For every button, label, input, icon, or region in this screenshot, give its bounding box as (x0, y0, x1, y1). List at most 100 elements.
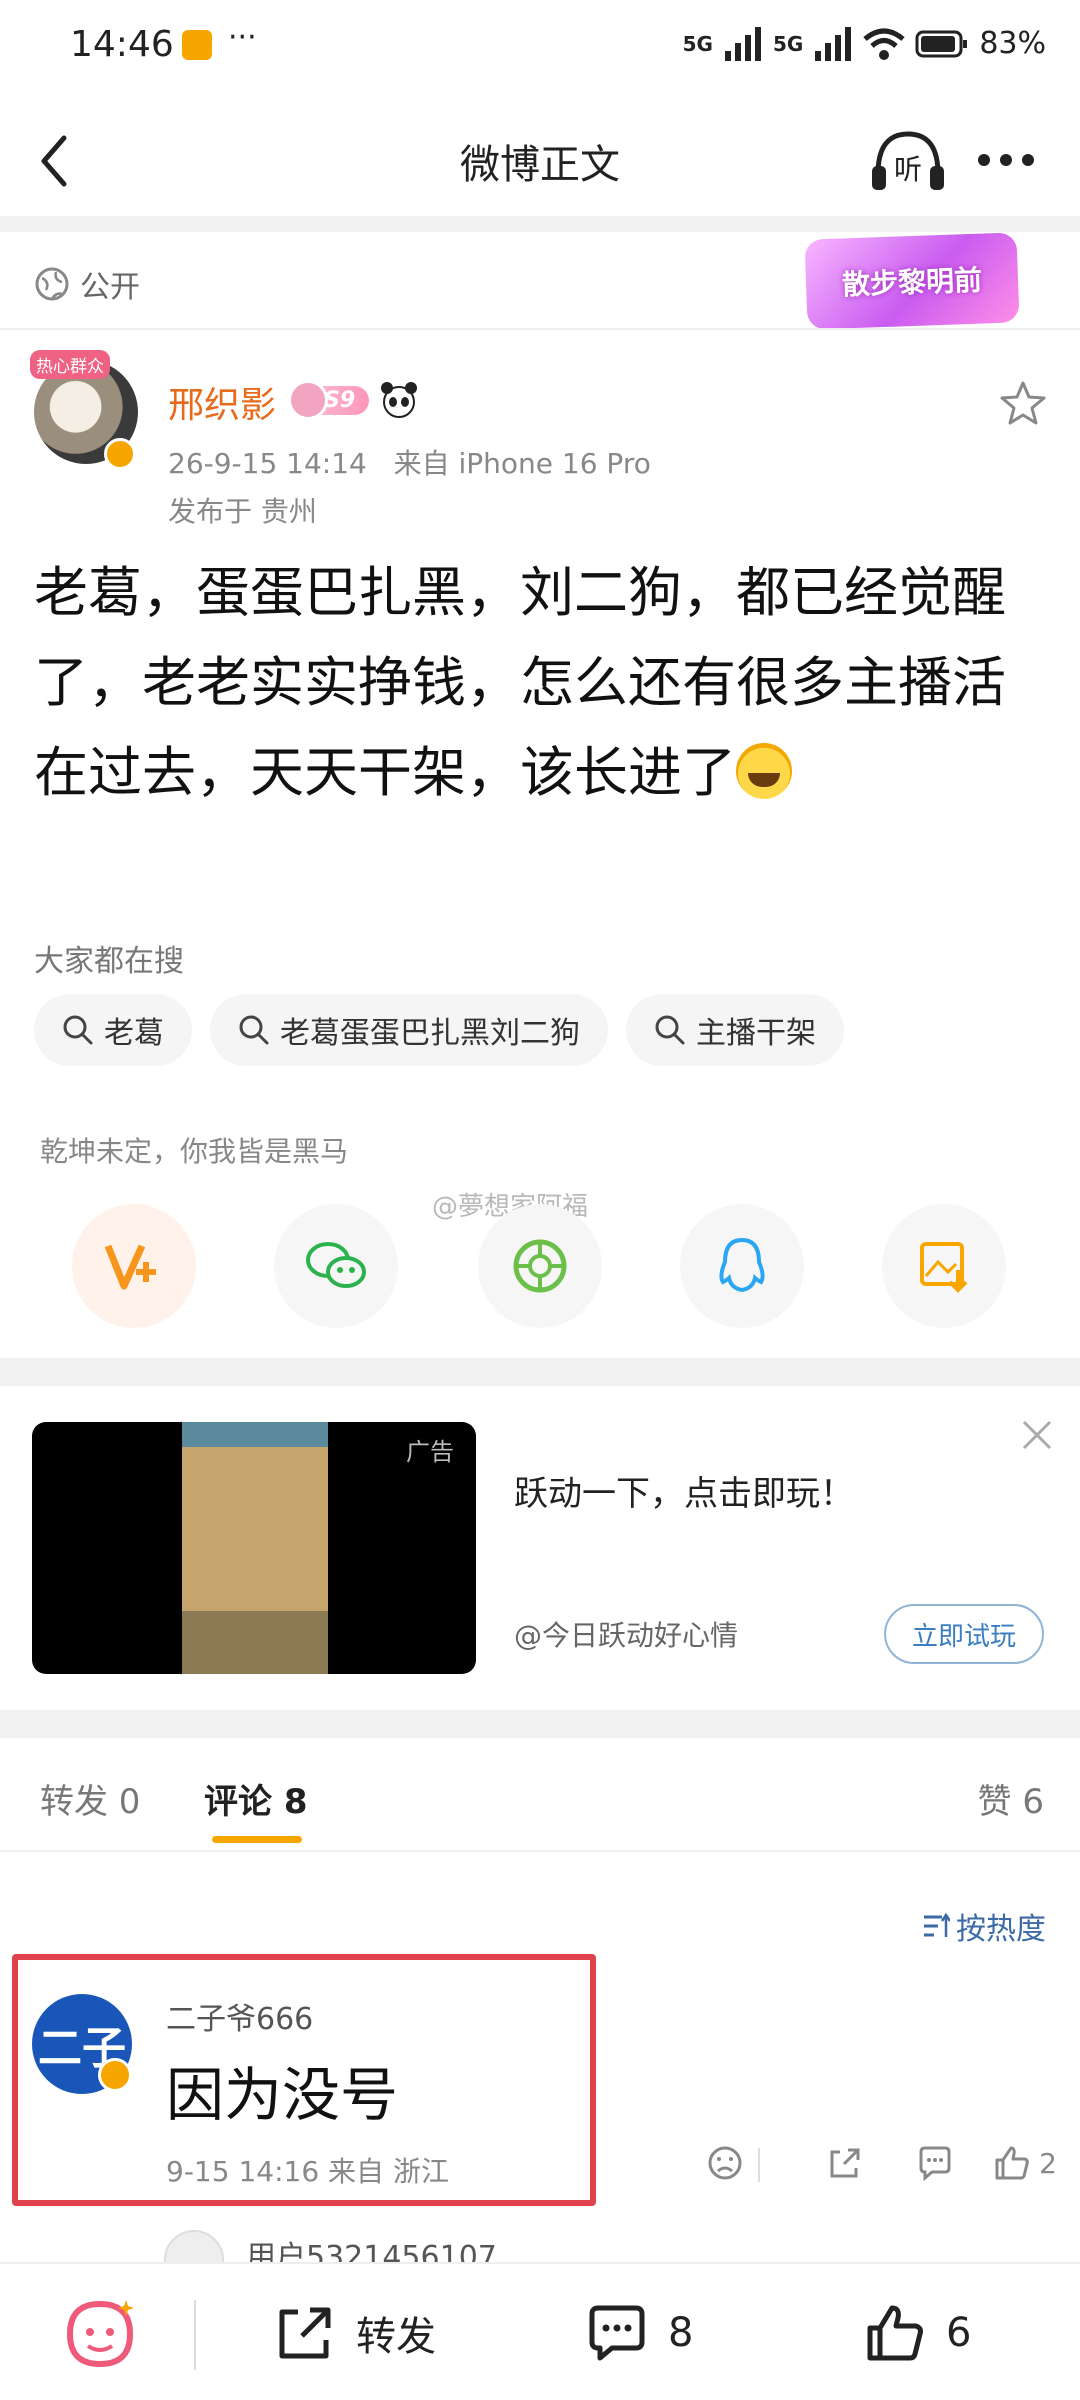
globe-icon (35, 267, 69, 301)
repost-button[interactable]: 转发 (272, 2300, 436, 2366)
post-location: 发布于 贵州 (168, 495, 317, 528)
wechat-icon (306, 1242, 366, 1288)
hot-search-tag-label: 主播干架 (696, 1016, 816, 1051)
more-notifications-icon: ··· (228, 20, 257, 55)
author-badges: S9 (287, 379, 419, 420)
status-time: 14:46 (70, 24, 174, 65)
close-icon (1022, 1420, 1052, 1450)
comment-share-button[interactable] (800, 2144, 890, 2182)
signal-icon-2: 5G (772, 31, 804, 56)
tab-like[interactable]: 赞 6 (978, 1774, 1044, 1823)
signal-icon: 5G (682, 31, 713, 56)
sort-toggle[interactable]: 按热度 (920, 1904, 1046, 1948)
star-icon (1000, 381, 1046, 425)
share-save-image-button[interactable] (882, 1204, 1006, 1328)
weibo-notification-icon (182, 30, 212, 60)
divider (0, 328, 1080, 330)
ad-label: 广告 (406, 1438, 454, 1466)
post-timestamp: 26-9-15 14:14 (168, 447, 367, 480)
hot-search-tag-label: 老葛 (104, 1016, 164, 1051)
thumbs-up-icon (867, 2305, 923, 2361)
ai-assistant-icon (66, 2300, 134, 2368)
share-vplus-button[interactable] (72, 1204, 196, 1328)
frown-icon (708, 2146, 742, 2180)
share-wechat-button[interactable] (274, 1204, 398, 1328)
divider (0, 1850, 1080, 1852)
share-icon (830, 2148, 860, 2178)
divider (194, 2300, 196, 2370)
like-button[interactable]: 6 (862, 2300, 971, 2366)
dislike-button[interactable] (680, 2144, 770, 2182)
comment-like-button[interactable]: 2 (980, 2144, 1070, 2182)
hot-search-tag[interactable]: 老葛蛋蛋巴扎黑刘二狗 (210, 994, 608, 1066)
divider (0, 1358, 1080, 1386)
ad-cta-button[interactable]: 立即试玩 (884, 1604, 1044, 1664)
qq-icon (719, 1237, 765, 1293)
comment-reply-button[interactable] (890, 2144, 980, 2182)
battery-icon (915, 30, 968, 57)
ad-game-preview (182, 1422, 328, 1674)
share-qq-button[interactable] (680, 1204, 804, 1328)
post-source: 来自 iPhone 16 Pro (393, 447, 651, 480)
profile-sticker[interactable]: 散步黎明前 (804, 232, 1020, 330)
level-badge[interactable]: S9 (287, 379, 370, 420)
hot-search-tags: 老葛 老葛蛋蛋巴扎黑刘二狗 主播干架 (34, 994, 844, 1066)
comment-count: 8 (668, 2310, 694, 2356)
more-button[interactable] (974, 150, 1038, 170)
comment-icon (589, 2305, 645, 2361)
search-icon (63, 1015, 93, 1045)
listen-label: 听 (894, 153, 923, 186)
status-bar: 14:46 ··· 5G 5G 83% (0, 0, 1080, 96)
verified-icon (104, 438, 136, 470)
ai-assistant-button[interactable] (60, 2294, 140, 2374)
battery-percent: 83% (979, 26, 1046, 61)
wifi-icon (863, 28, 905, 60)
listen-button[interactable]: 听 (868, 128, 948, 194)
comment-like-count: 2 (1039, 2146, 1057, 2180)
visibility-label: 公开 (80, 270, 140, 305)
post-text: 老葛，蛋蛋巴扎黑，刘二狗，都已经觉醒了，老老实实挣钱，怎么还有很多主播活在过去，… (34, 561, 1006, 804)
share-caption: 乾坤未定，你我皆是黑马 (40, 1135, 349, 1168)
repost-icon (279, 2307, 331, 2359)
search-icon (239, 1015, 269, 1045)
ad-close-button[interactable] (1018, 1416, 1056, 1454)
post-meta: 26-9-15 14:14 来自 iPhone 16 Pro (168, 442, 651, 482)
save-image-icon (920, 1242, 968, 1293)
tab-comment[interactable]: 评论 8 (204, 1774, 308, 1823)
like-count: 6 (946, 2310, 972, 2356)
ad-title[interactable]: 跃动一下，点击即玩！ (514, 1466, 854, 1515)
divider (0, 1710, 1080, 1738)
thumbs-up-icon (995, 2146, 1029, 2180)
visibility-row: 公开 (34, 262, 140, 306)
tab-active-indicator (212, 1836, 302, 1843)
search-icon (655, 1015, 685, 1045)
share-moments-button[interactable] (478, 1204, 602, 1328)
vplus-icon (104, 1244, 156, 1290)
comment-actions: 2 (680, 2144, 1070, 2182)
status-indicators: 5G 5G 83% (683, 26, 1046, 61)
moments-icon (513, 1239, 567, 1293)
signal-bars-icon-2 (815, 26, 852, 61)
laugh-cry-icon (736, 743, 792, 799)
repost-label: 转发 (356, 2314, 436, 2360)
tab-repost[interactable]: 转发 0 (40, 1774, 140, 1823)
hot-search-title: 大家都在搜 (34, 944, 184, 979)
divider (0, 216, 1080, 232)
sort-icon (924, 1912, 950, 1937)
more-dots-icon (978, 154, 1034, 166)
hot-search-tag[interactable]: 主播干架 (626, 994, 844, 1066)
avatar-badge: 热心群众 (30, 350, 110, 379)
hot-search-tag[interactable]: 老葛 (34, 994, 192, 1066)
author-name[interactable]: 邢织影 (168, 376, 276, 428)
comment-icon (919, 2146, 951, 2182)
divider (758, 2148, 760, 2182)
signal-bars-icon (724, 26, 761, 61)
favorite-button[interactable] (1000, 380, 1046, 426)
ad-account[interactable]: @今日跃动好心情 (514, 1614, 738, 1654)
highlight-box (12, 1954, 596, 2206)
post-body: 老葛，蛋蛋巴扎黑，刘二狗，都已经觉醒了，老老实实挣钱，怎么还有很多主播活在过去，… (34, 548, 1050, 818)
sort-label: 按热度 (956, 1912, 1046, 1947)
comment-button[interactable]: 8 (584, 2300, 693, 2366)
hot-search-tag-label: 老葛蛋蛋巴扎黑刘二狗 (280, 1016, 580, 1051)
panda-icon (381, 382, 418, 418)
